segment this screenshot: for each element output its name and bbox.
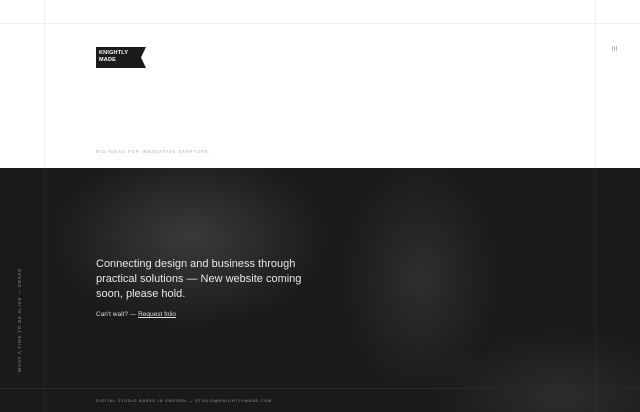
request-folio-link[interactable]: Request folio xyxy=(138,311,176,318)
divider xyxy=(0,23,640,24)
divider xyxy=(0,388,640,389)
header-section xyxy=(0,0,640,168)
grid-line xyxy=(595,0,596,412)
grid-line xyxy=(44,0,45,412)
footer-text: DIGITAL STUDIO BASED IN SWEDEN — STUDIO@… xyxy=(96,398,273,403)
cta: Can't wait? — Request folio xyxy=(96,311,177,318)
logo[interactable]: KNIGHTLY MADE xyxy=(96,47,146,68)
tagline: BIG IDEAS FOR INNOVATIVE STARTUPS. xyxy=(96,149,211,154)
hero-headline: Connecting design and business through p… xyxy=(96,258,302,300)
side-quote: WHAT A TIME TO BE ALIVE — DRAKE xyxy=(17,267,22,372)
menu-icon[interactable] xyxy=(612,46,617,51)
